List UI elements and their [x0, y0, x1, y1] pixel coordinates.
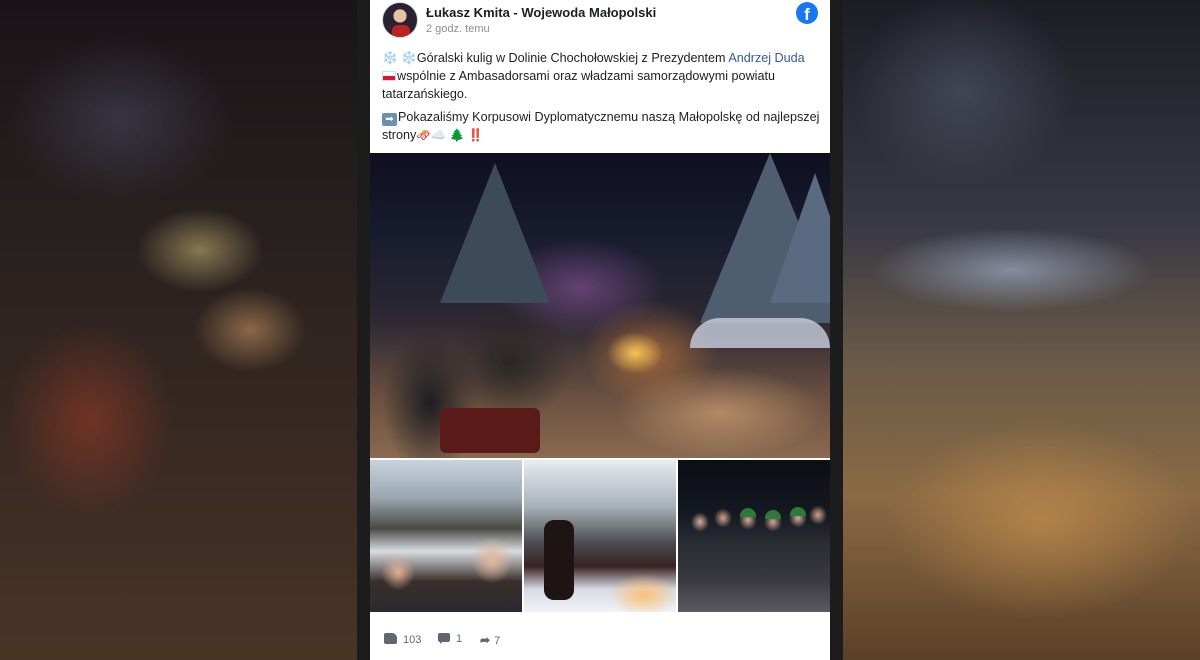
- post-timestamp[interactable]: 2 godz. temu: [426, 23, 490, 35]
- likes-value: 103: [403, 634, 422, 646]
- right-arrow-icon: ➡: [382, 113, 397, 126]
- shares-value: 7: [494, 635, 501, 647]
- mention-link[interactable]: Andrzej Duda: [728, 51, 804, 65]
- post-text-continuation: wspólnie z Ambasadorsami oraz władzami s…: [382, 69, 775, 101]
- sleigh: [440, 408, 540, 453]
- horse: [544, 520, 574, 600]
- post-text-paragraph-2: ➡ Pokazaliśmy Korpusowi Dyplomatycznemu n…: [382, 108, 822, 144]
- poland-flag-icon: [382, 71, 396, 81]
- cloud-emoji: ☁️: [431, 128, 447, 142]
- double-exclamation-emoji: ‼️: [468, 128, 484, 142]
- author-name[interactable]: Łukasz Kmita - Wojewoda Małopolski: [426, 5, 656, 20]
- snowbank: [690, 318, 830, 348]
- tree-emoji: 🌲: [449, 128, 465, 142]
- likes-count[interactable]: 103: [384, 633, 421, 646]
- facebook-icon[interactable]: f: [796, 2, 818, 24]
- comments-count[interactable]: 1: [438, 633, 462, 645]
- photo-selfie-group[interactable]: [370, 460, 522, 612]
- green-cap: [740, 508, 756, 517]
- post-text-second: Pokazaliśmy Korpusowi Dyplomatycznemu na…: [382, 110, 820, 142]
- comments-value: 1: [456, 633, 463, 645]
- blurred-background-left: [0, 0, 357, 660]
- blurred-background-right: [842, 0, 1200, 660]
- post-text-paragraph-1: ❄️ ❄️Góralski kulig w Dolinie Chochołows…: [382, 49, 822, 103]
- green-cap: [790, 507, 806, 516]
- post-text-intro: Góralski kulig w Dolinie Chochołowskiej …: [416, 51, 729, 65]
- snowflake-emoji: ❄️: [401, 51, 417, 65]
- main-photo-night-sleigh-ride[interactable]: [370, 153, 830, 458]
- green-cap: [765, 510, 781, 519]
- share-icon: ➦: [480, 633, 491, 647]
- author-avatar[interactable]: [382, 2, 418, 38]
- like-icon: [384, 633, 397, 644]
- comment-icon: [438, 633, 450, 644]
- sled-emoji: 🛷: [416, 128, 432, 142]
- post-footer: 103 1 ➦ 7: [370, 622, 830, 660]
- snowflake-emoji: ❄️: [382, 51, 398, 65]
- post-header: Łukasz Kmita - Wojewoda Małopolski 2 god…: [370, 0, 830, 45]
- snowy-tree: [770, 173, 830, 303]
- shares-count[interactable]: ➦ 7: [480, 633, 500, 647]
- photo-group-night[interactable]: [678, 460, 830, 612]
- facebook-post-card: Łukasz Kmita - Wojewoda Małopolski 2 god…: [370, 0, 830, 660]
- photo-horse-sleigh[interactable]: [524, 460, 676, 612]
